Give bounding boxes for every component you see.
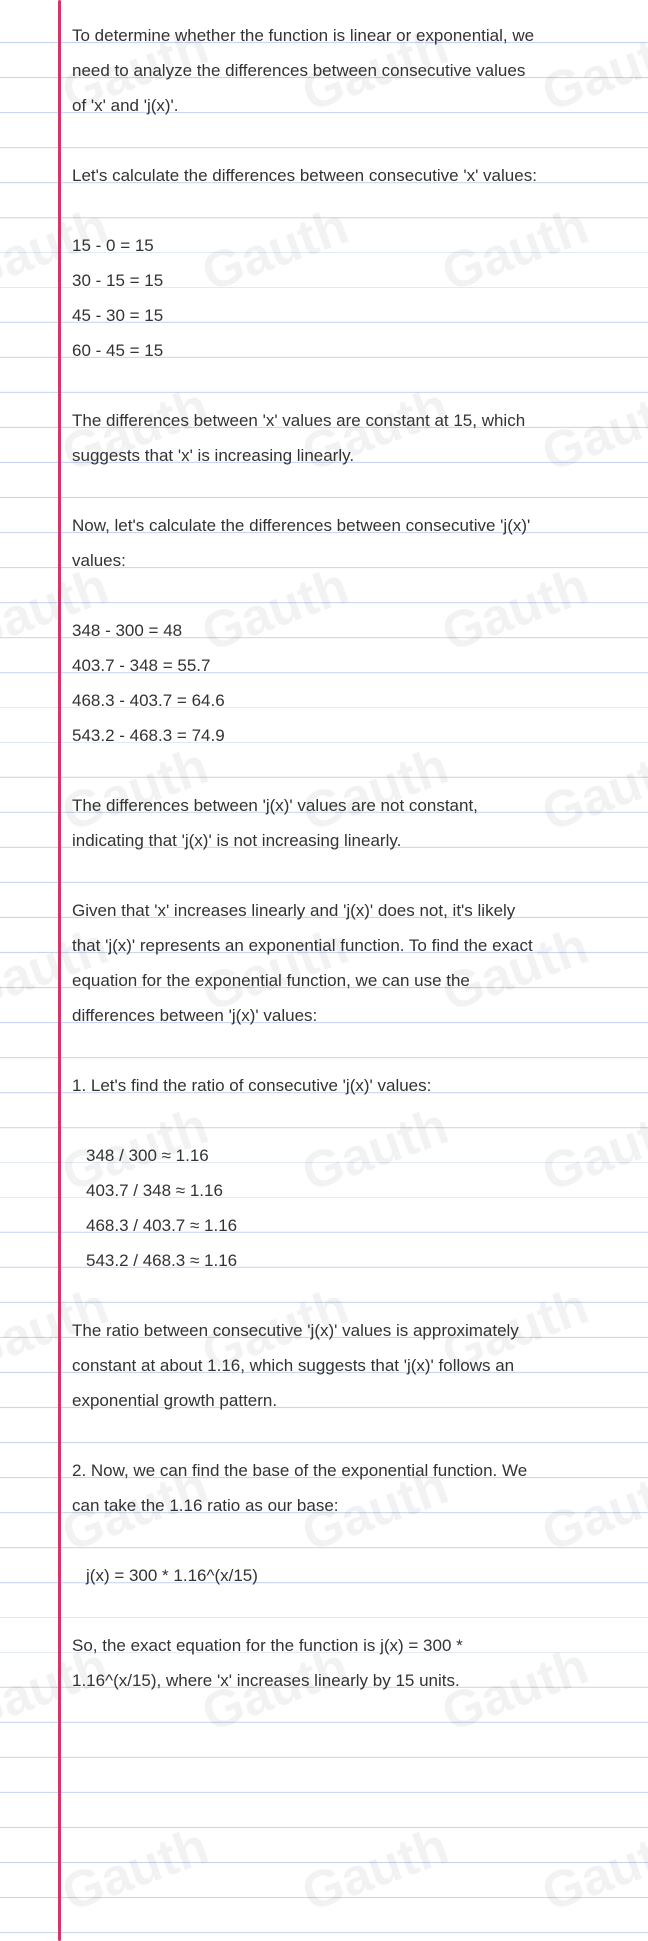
blank-line — [72, 858, 628, 893]
text-line: 348 - 300 = 48 — [72, 613, 628, 648]
text-line: j(x) = 300 * 1.16^(x/15) — [72, 1558, 628, 1593]
blank-line — [72, 1033, 628, 1068]
text-line: exponential growth pattern. — [72, 1383, 628, 1418]
text-line: The ratio between consecutive 'j(x)' val… — [72, 1313, 628, 1348]
text-line: Now, let's calculate the differences bet… — [72, 508, 628, 543]
text-line: 60 - 45 = 15 — [72, 333, 628, 368]
text-line: suggests that 'x' is increasing linearly… — [72, 438, 628, 473]
text-line: differences between 'j(x)' values: — [72, 998, 628, 1033]
text-line: 15 - 0 = 15 — [72, 228, 628, 263]
text-line: 543.2 - 468.3 = 74.9 — [72, 718, 628, 753]
text-line: 468.3 / 403.7 ≈ 1.16 — [72, 1208, 628, 1243]
text-line: need to analyze the differences between … — [72, 53, 628, 88]
blank-line — [72, 1523, 628, 1558]
text-line: The differences between 'x' values are c… — [72, 403, 628, 438]
blank-line — [72, 123, 628, 158]
page: GauthGauthGauthGauthGauthGauthGauthGauth… — [0, 0, 648, 1941]
text-line: 45 - 30 = 15 — [72, 298, 628, 333]
blank-line — [72, 193, 628, 228]
text-line: 403.7 / 348 ≈ 1.16 — [72, 1173, 628, 1208]
blank-line — [72, 1278, 628, 1313]
text-line: To determine whether the function is lin… — [72, 18, 628, 53]
text-line: 543.2 / 468.3 ≈ 1.16 — [72, 1243, 628, 1278]
text-line: can take the 1.16 ratio as our base: — [72, 1488, 628, 1523]
text-line: 1. Let's find the ratio of consecutive '… — [72, 1068, 628, 1103]
text-line: of 'x' and 'j(x)'. — [72, 88, 628, 123]
text-line: 468.3 - 403.7 = 64.6 — [72, 683, 628, 718]
text-line: The differences between 'j(x)' values ar… — [72, 788, 628, 823]
text-line: indicating that 'j(x)' is not increasing… — [72, 823, 628, 858]
content-area: To determine whether the function is lin… — [0, 8, 648, 1708]
text-line: 30 - 15 = 15 — [72, 263, 628, 298]
text-line: that 'j(x)' represents an exponential fu… — [72, 928, 628, 963]
text-line: So, the exact equation for the function … — [72, 1628, 628, 1663]
text-line: 1.16^(x/15), where 'x' increases linearl… — [72, 1663, 628, 1698]
text-line: equation for the exponential function, w… — [72, 963, 628, 998]
blank-line — [72, 368, 628, 403]
blank-line — [72, 1593, 628, 1628]
text-line: Let's calculate the differences between … — [72, 158, 628, 193]
blank-line — [72, 1418, 628, 1453]
blank-line — [72, 753, 628, 788]
blank-line — [72, 473, 628, 508]
text-line: values: — [72, 543, 628, 578]
blank-line — [72, 578, 628, 613]
text-line: Given that 'x' increases linearly and 'j… — [72, 893, 628, 928]
text-line: 2. Now, we can find the base of the expo… — [72, 1453, 628, 1488]
text-line: 348 / 300 ≈ 1.16 — [72, 1138, 628, 1173]
blank-line — [72, 1103, 628, 1138]
text-line: constant at about 1.16, which suggests t… — [72, 1348, 628, 1383]
text-line: 403.7 - 348 = 55.7 — [72, 648, 628, 683]
